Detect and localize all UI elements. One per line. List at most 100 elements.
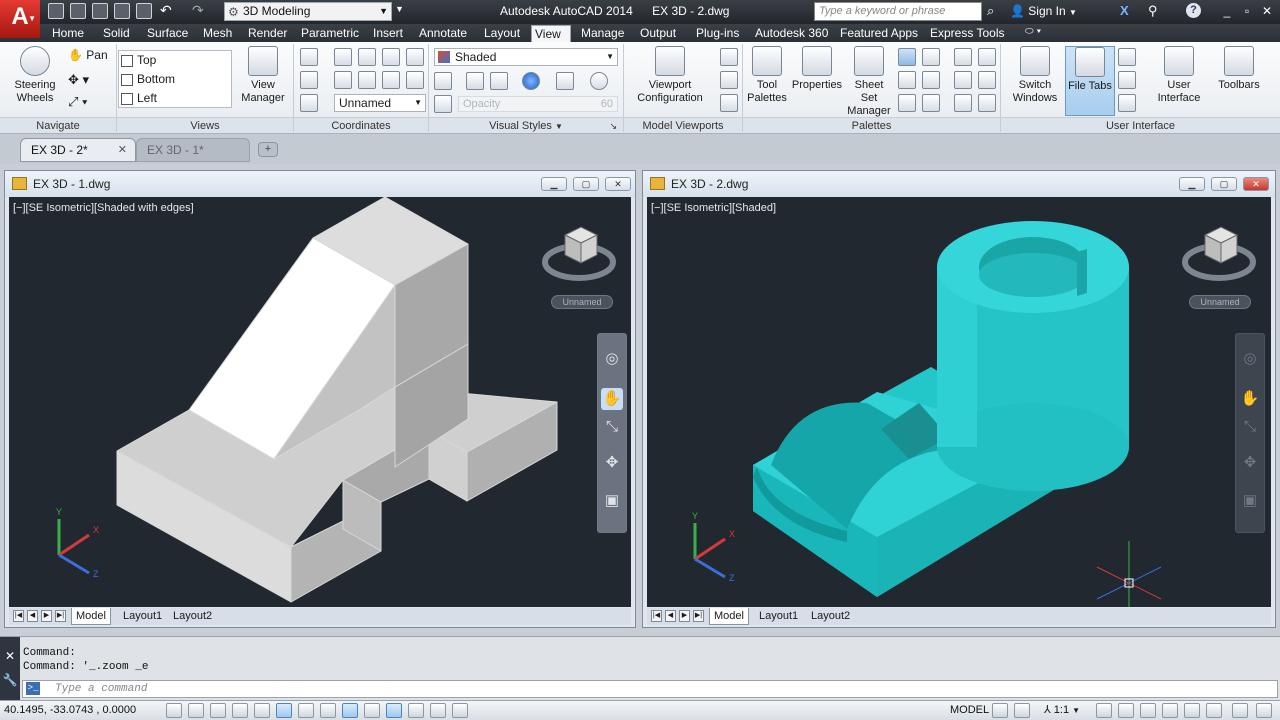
annotation-scale-control[interactable]: ⅄ 1:1 ▼ [1044,703,1080,716]
close-icon[interactable]: ✕ [118,139,127,161]
model-canvas[interactable]: [−][SE Isometric][Shaded] Y X Z Unnamed … [647,197,1271,607]
layout-tab-layout2[interactable]: Layout2 [169,608,216,625]
opacity-slider[interactable]: Opacity 60 [458,96,618,112]
exchange-apps-icon[interactable]: X [1120,3,1129,18]
lock-ui-icon[interactable] [1162,703,1178,718]
ucs-origin-icon[interactable] [300,71,318,89]
clean-screen-icon[interactable] [1256,703,1272,718]
xray-icon[interactable] [466,72,484,90]
opacity-icon[interactable] [434,95,452,113]
minimize-button[interactable]: _ [1218,3,1236,19]
ucs-x-icon[interactable] [358,48,376,66]
dynamic-ucs-icon[interactable] [342,703,358,718]
tab-annotate[interactable]: Annotate [416,25,470,42]
tile-horizontal-icon[interactable] [1118,48,1136,66]
dynamic-input-icon[interactable] [364,703,380,718]
sun-properties-icon[interactable] [978,94,996,112]
object-snap-tracking-icon[interactable] [320,703,336,718]
ortho-mode-icon[interactable] [232,703,248,718]
wrench-icon[interactable]: 🔧 [0,673,20,687]
properties-small-icon[interactable] [954,48,972,66]
polar-tracking-icon[interactable] [254,703,270,718]
close-button[interactable]: ✕ [605,177,631,191]
view-manager-button[interactable]: View Manager [238,46,288,105]
cascade-icon[interactable] [1118,94,1136,112]
tile-vertical-icon[interactable] [1118,71,1136,89]
command-window-handle[interactable]: ✕ 🔧 [0,637,20,701]
pan-icon[interactable]: ✋ [1239,388,1261,410]
markup-set-icon[interactable] [922,48,940,66]
first-layout-icon[interactable]: |◀ [13,610,24,622]
maximize-button[interactable]: ▢ [1211,177,1237,191]
first-layout-icon[interactable]: |◀ [651,610,662,622]
3d-object-snap-icon[interactable] [298,703,314,718]
search-input[interactable]: Type a keyword or phrase [814,2,982,21]
design-center-icon[interactable] [898,48,916,66]
selection-cycling-icon[interactable] [452,703,468,718]
zoom-icon[interactable]: ⤡ [601,416,623,438]
tool-palettes-button[interactable]: Tool Palettes [746,46,788,105]
layout-tab-layout2[interactable]: Layout2 [807,608,854,625]
tab-output[interactable]: Output [637,25,679,42]
ribbon-toggle-icon[interactable]: ⬭ ▾ [1025,26,1041,37]
ucs-icon[interactable] [300,48,318,66]
pan-button[interactable]: ✋ Pan [68,48,108,62]
command-input[interactable]: >_ Type a command [22,680,1278,698]
user-interface-button[interactable]: User Interface [1150,46,1208,105]
save-as-icon[interactable] [114,3,130,19]
lineweight-icon[interactable] [386,703,402,718]
coordinates-readout[interactable]: 40.1495, -33.0743 , 0.0000 [4,704,136,716]
transparency-icon[interactable] [408,703,424,718]
tab-surface[interactable]: Surface [144,25,191,42]
viewport-join-icon[interactable] [720,71,738,89]
stay-connected-icon[interactable]: ⚲ [1148,3,1158,19]
last-layout-icon[interactable]: ▶| [693,610,704,622]
next-layout-icon[interactable]: ▶ [41,610,52,622]
ucs-object-icon[interactable] [406,71,424,89]
tab-solid[interactable]: Solid [100,25,133,42]
tab-plug-ins[interactable]: Plug-ins [693,25,742,42]
close-button[interactable]: ✕ [1258,3,1276,19]
print-icon[interactable] [136,3,152,19]
pan-icon[interactable]: ✋ [601,388,623,410]
object-snap-icon[interactable] [276,703,292,718]
model-space-toggle[interactable]: MODEL [950,704,989,716]
shadows-icon[interactable] [556,72,574,90]
tab-featured-apps[interactable]: Featured Apps [837,25,921,42]
undo-icon[interactable]: ↶ [160,2,172,19]
face-style-icon[interactable] [490,72,508,90]
minimize-button[interactable]: ▁ [541,177,567,191]
infer-constraints-icon[interactable] [166,703,182,718]
maximize-button[interactable]: ▫ [1238,3,1256,19]
quick-view-layouts-icon[interactable] [992,703,1008,718]
customize-qat-icon[interactable]: ▼ [395,4,404,14]
hardware-acceleration-icon[interactable] [1184,703,1200,718]
save-icon[interactable] [92,3,108,19]
named-view-select[interactable]: Unnamed [1189,295,1251,309]
file-tab-ex3d-2[interactable]: EX 3D - 2* ✕ [20,138,136,162]
layout-tab-model[interactable]: Model [709,608,749,625]
next-layout-icon[interactable]: ▶ [679,610,690,622]
sheet-set-manager-button[interactable]: Sheet Set Manager [845,46,893,118]
orbit-icon[interactable]: ✥ [1239,452,1261,474]
calculator-icon[interactable] [898,71,916,89]
workspace-switching-icon[interactable] [1140,703,1156,718]
tab-view[interactable]: View [531,25,571,42]
lights-icon[interactable] [954,94,972,112]
tab-home[interactable]: Home [49,25,87,42]
close-button[interactable]: ✕ [1243,177,1269,191]
orbit-icon[interactable]: ✥ ▾ [68,72,89,88]
help-icon[interactable]: ? [1186,3,1201,18]
ucs-y-icon[interactable] [382,48,400,66]
dbconnect-icon[interactable] [922,71,940,89]
visual-style-select[interactable]: Shaded ▼ [434,48,618,66]
ucs-3point-icon[interactable] [358,71,376,89]
advanced-render-icon[interactable] [922,94,940,112]
prev-layout-icon[interactable]: ◀ [27,610,38,622]
redo-icon[interactable]: ↷ [192,2,204,19]
view-top[interactable]: Top [121,52,156,69]
sign-in-button[interactable]: 👤 Sign In ▼ [1010,4,1077,18]
panel-launcher-icon[interactable]: ↘ [609,118,617,134]
grid-display-icon[interactable] [210,703,226,718]
named-view-select[interactable]: Unnamed [551,295,613,309]
